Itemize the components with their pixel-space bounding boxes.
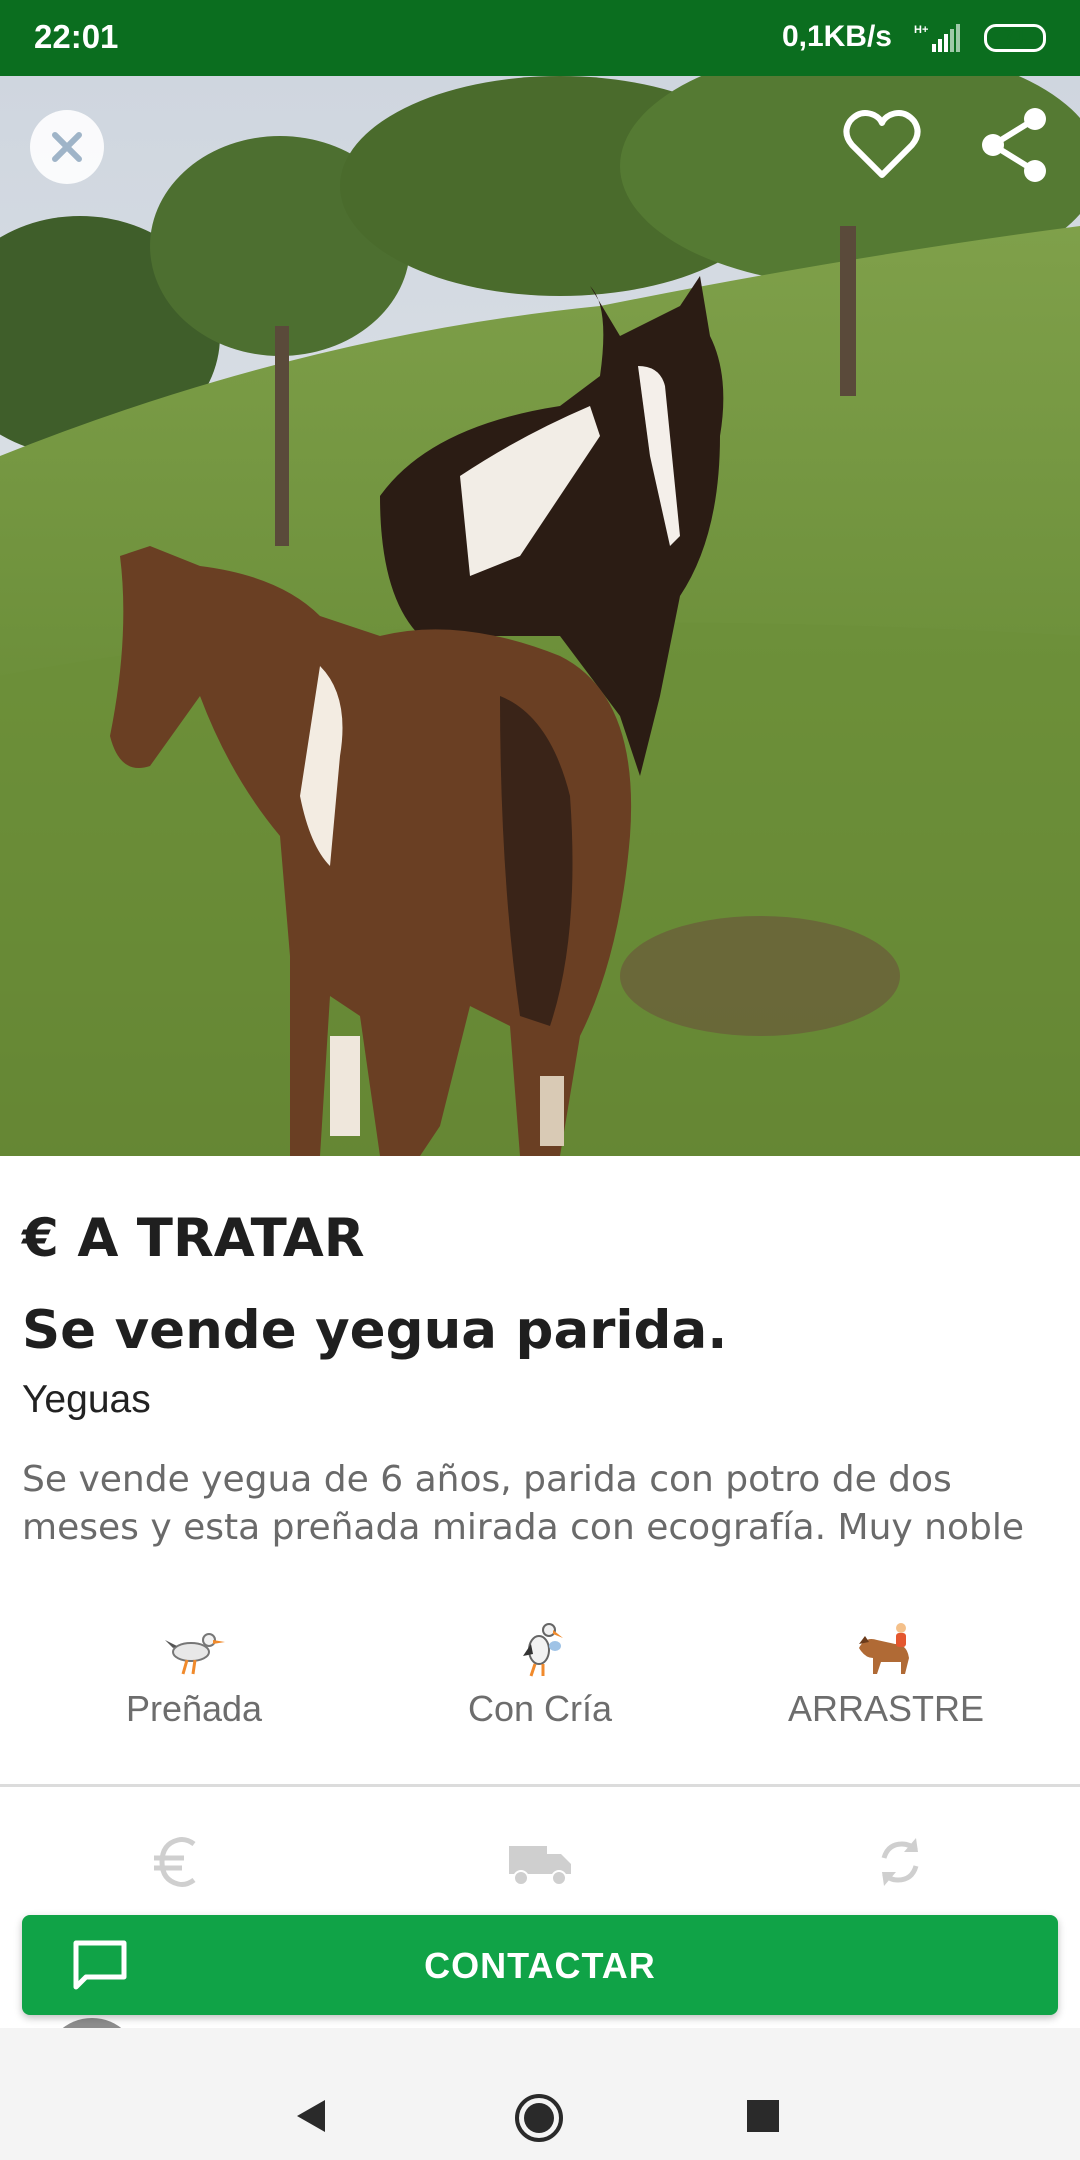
horse-photo: [0, 76, 1080, 1156]
battery-icon: 71: [984, 24, 1046, 52]
truck-icon: [509, 1846, 571, 1886]
navigation-bar: [0, 2028, 1080, 2160]
close-button[interactable]: [30, 110, 104, 184]
option-item[interactable]: [870, 1832, 940, 1892]
listing-title: Se vende yegua parida.: [22, 1300, 728, 1361]
favorite-button[interactable]: [840, 105, 924, 185]
close-icon: [52, 132, 82, 162]
feature-label: Preñada: [125, 1688, 263, 1729]
feature-label: Con Cría: [467, 1688, 613, 1729]
listing-category: Yeguas: [22, 1378, 151, 1421]
feature-label: ARRASTRE: [787, 1688, 985, 1729]
status-bar: 22:01 0,1KB/s H+ 71: [0, 0, 1080, 76]
feature-list: Preñada Con Cría ARRASTRE: [0, 1618, 1080, 1748]
status-time: 22:01: [34, 18, 119, 55]
signal-icon: H+: [914, 22, 962, 58]
stork-baby-icon: [523, 1623, 563, 1677]
feature-item: ARRASTRE: [736, 1618, 1036, 1730]
network-type: H+: [914, 24, 928, 36]
recent-apps-icon[interactable]: [745, 2098, 781, 2134]
network-speed: 0,1KB/s: [781, 20, 892, 53]
section-divider: [0, 1784, 1080, 1787]
listing-photo[interactable]: [0, 76, 1080, 1156]
option-item[interactable]: [505, 1832, 575, 1892]
refresh-icon: [881, 1838, 919, 1886]
heart-icon: [843, 110, 921, 178]
contact-button[interactable]: CONTACTAR: [22, 1915, 1058, 2015]
stork-icon: [165, 1633, 225, 1675]
share-button[interactable]: [975, 105, 1055, 185]
listing-price: € A TRATAR: [22, 1208, 365, 1269]
horse-rider-icon: [859, 1623, 909, 1674]
feature-item: Preñada: [44, 1618, 344, 1730]
listing-description: Se vende yegua de 6 años, parida con pot…: [22, 1459, 1024, 1548]
battery-level: 71: [1003, 25, 1027, 47]
feature-item: Con Cría: [390, 1618, 690, 1730]
euro-icon: [154, 1837, 196, 1887]
contact-button-label: CONTACTAR: [424, 1945, 656, 1986]
option-item[interactable]: [148, 1832, 218, 1892]
home-icon[interactable]: [513, 2092, 565, 2144]
share-icon: [982, 108, 1046, 182]
back-icon[interactable]: [293, 2096, 329, 2136]
